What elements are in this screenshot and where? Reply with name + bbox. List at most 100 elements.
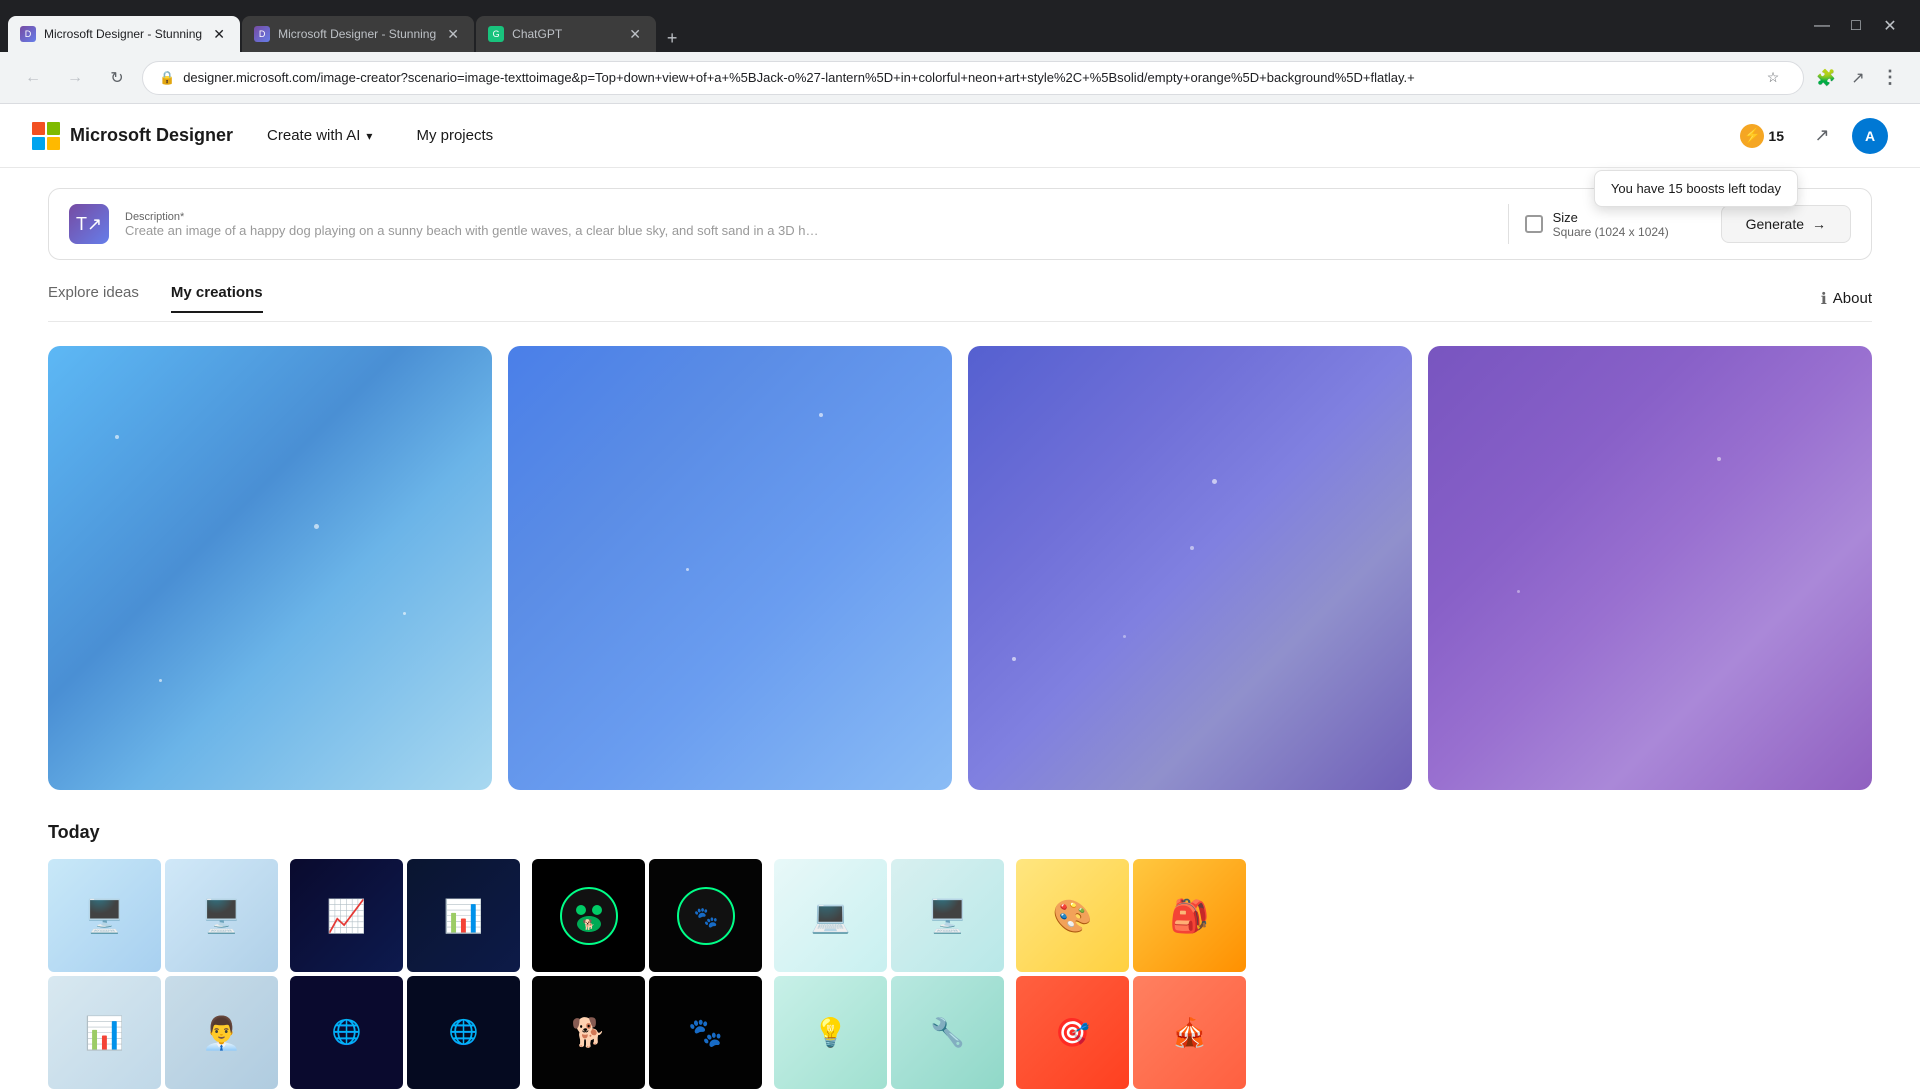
main-content: T↗ Description* Create an image of a hap… bbox=[0, 188, 1920, 1089]
back-icon: ← bbox=[25, 69, 41, 87]
sparkle bbox=[686, 568, 689, 571]
svg-text:🐕: 🐕 bbox=[582, 918, 594, 931]
creation-group-1: 🖥️ 🖥️ 📊 👨‍💼 bbox=[48, 859, 278, 1089]
creation-thumb-4-2[interactable]: 🖥️ bbox=[891, 859, 1004, 972]
sparkle bbox=[1012, 657, 1016, 661]
creation-thumb-3-1[interactable]: 🐕 bbox=[532, 859, 645, 972]
boost-count: 15 bbox=[1768, 128, 1784, 144]
tab-my-creations[interactable]: My creations bbox=[171, 284, 263, 313]
address-bar[interactable]: 🔒 designer.microsoft.com/image-creator?s… bbox=[142, 61, 1804, 95]
about-button[interactable]: ℹ About bbox=[1821, 289, 1872, 309]
loading-card-1[interactable] bbox=[48, 346, 492, 790]
size-area: Size Square (1024 x 1024) bbox=[1525, 210, 1705, 239]
toolbar-icons: 🧩 ↗ ⋮ bbox=[1812, 64, 1904, 92]
sparkle bbox=[819, 413, 823, 417]
sparkle bbox=[1123, 635, 1126, 638]
creation-thumb-3-4[interactable]: 🐾 bbox=[649, 976, 762, 1089]
share-header-icon: ↗ bbox=[1814, 125, 1829, 146]
share-icon[interactable]: ↗ bbox=[1844, 64, 1872, 92]
create-with-ai-button[interactable]: Create with AI ▾ bbox=[257, 121, 382, 150]
my-projects-link[interactable]: My projects bbox=[406, 121, 503, 150]
ms-logo-icon bbox=[32, 122, 60, 150]
creation-thumb-5-2[interactable]: 🎒 bbox=[1133, 859, 1246, 972]
logo-text: Microsoft Designer bbox=[70, 125, 233, 146]
browser-chrome: D Microsoft Designer - Stunning ✕ D Micr… bbox=[0, 0, 1920, 52]
creation-thumb-5-1[interactable]: 🎨 bbox=[1016, 859, 1129, 972]
share-header-button[interactable]: ↗ bbox=[1804, 118, 1840, 154]
creation-thumb-3-3[interactable]: 🐕 bbox=[532, 976, 645, 1089]
tab-1-close[interactable]: ✕ bbox=[210, 25, 228, 43]
svg-text:🐾: 🐾 bbox=[693, 907, 718, 929]
creation-group-5: 🎨 🎒 🎯 🎪 bbox=[1016, 859, 1246, 1089]
back-button[interactable]: ← bbox=[16, 61, 50, 95]
loading-card-4[interactable] bbox=[1428, 346, 1872, 790]
extensions-icon[interactable]: 🧩 bbox=[1812, 64, 1840, 92]
tab-2-favicon: D bbox=[254, 26, 270, 42]
app-container: Microsoft Designer Create with AI ▾ My p… bbox=[0, 104, 1920, 1089]
tab-3-close[interactable]: ✕ bbox=[626, 25, 644, 43]
loading-card-3[interactable] bbox=[968, 346, 1412, 790]
boost-icon: ⚡ bbox=[1740, 124, 1764, 148]
minimize-button[interactable]: — bbox=[1808, 12, 1836, 40]
size-value: Square (1024 x 1024) bbox=[1553, 225, 1669, 239]
address-url: designer.microsoft.com/image-creator?sce… bbox=[183, 70, 1759, 85]
creation-thumb-1-4[interactable]: 👨‍💼 bbox=[165, 976, 278, 1089]
creation-thumb-1-1[interactable]: 🖥️ bbox=[48, 859, 161, 972]
address-icons: ☆ bbox=[1759, 64, 1787, 92]
creation-thumb-4-3[interactable]: 💡 bbox=[774, 976, 887, 1089]
loading-cards bbox=[48, 346, 1872, 790]
loading-card-2[interactable] bbox=[508, 346, 952, 790]
creation-thumb-4-1[interactable]: 💻 bbox=[774, 859, 887, 972]
sparkle bbox=[115, 435, 119, 439]
forward-button[interactable]: → bbox=[58, 61, 92, 95]
prompt-label: Description* bbox=[125, 211, 1492, 223]
forward-icon: → bbox=[67, 69, 83, 87]
generate-label: Generate bbox=[1746, 216, 1804, 232]
bookmark-star-icon[interactable]: ☆ bbox=[1759, 64, 1787, 92]
prompt-divider bbox=[1508, 204, 1509, 244]
sparkle bbox=[1190, 546, 1194, 550]
browser-tabs: D Microsoft Designer - Stunning ✕ D Micr… bbox=[8, 0, 1804, 52]
app-header: Microsoft Designer Create with AI ▾ My p… bbox=[0, 104, 1920, 168]
creation-group-4: 💻 🖥️ 💡 🔧 bbox=[774, 859, 1004, 1089]
creation-thumb-5-4[interactable]: 🎪 bbox=[1133, 976, 1246, 1089]
creation-thumb-4-4[interactable]: 🔧 bbox=[891, 976, 1004, 1089]
new-tab-button[interactable]: + bbox=[658, 24, 686, 52]
refresh-button[interactable]: ↻ bbox=[100, 61, 134, 95]
creation-thumb-1-2[interactable]: 🖥️ bbox=[165, 859, 278, 972]
header-right: ⚡ 15 ↗ A You have 15 boosts left today bbox=[1732, 118, 1888, 154]
close-browser-button[interactable]: ✕ bbox=[1876, 12, 1904, 40]
creation-thumb-5-3[interactable]: 🎯 bbox=[1016, 976, 1129, 1089]
sparkle bbox=[1212, 479, 1217, 484]
creation-thumb-2-1[interactable]: 📈 bbox=[290, 859, 403, 972]
tab-1-title: Microsoft Designer - Stunning bbox=[44, 27, 202, 41]
creation-thumb-3-2[interactable]: 🐾 bbox=[649, 859, 762, 972]
tab-2-close[interactable]: ✕ bbox=[444, 25, 462, 43]
address-bar-row: ← → ↻ 🔒 designer.microsoft.com/image-cre… bbox=[0, 52, 1920, 104]
sparkle bbox=[159, 679, 162, 682]
tab-3-favicon: G bbox=[488, 26, 504, 42]
create-ai-label: Create with AI bbox=[267, 127, 360, 144]
boost-tooltip: You have 15 boosts left today bbox=[1594, 170, 1798, 207]
about-label: About bbox=[1833, 290, 1872, 307]
maximize-button[interactable]: □ bbox=[1842, 12, 1870, 40]
creation-group-3: 🐕 🐾 🐕 🐾 bbox=[532, 859, 762, 1089]
lock-icon: 🔒 bbox=[159, 70, 175, 86]
prompt-icon-symbol: T↗ bbox=[76, 214, 102, 235]
creation-thumb-2-3[interactable]: 🌐 bbox=[290, 976, 403, 1089]
creation-thumb-2-2[interactable]: 📊 bbox=[407, 859, 520, 972]
sparkle bbox=[403, 612, 406, 615]
boost-button[interactable]: ⚡ 15 bbox=[1732, 118, 1792, 154]
tab-explore-ideas[interactable]: Explore ideas bbox=[48, 284, 139, 313]
prompt-input-area[interactable]: Description* Create an image of a happy … bbox=[125, 211, 1492, 238]
tab-3[interactable]: G ChatGPT ✕ bbox=[476, 16, 656, 52]
creation-thumb-1-3[interactable]: 📊 bbox=[48, 976, 161, 1089]
size-checkbox[interactable] bbox=[1525, 215, 1543, 233]
sparkle bbox=[1717, 457, 1721, 461]
more-options-icon[interactable]: ⋮ bbox=[1876, 64, 1904, 92]
tab-2[interactable]: D Microsoft Designer - Stunning ✕ bbox=[242, 16, 474, 52]
creation-thumb-2-4[interactable]: 🌐 bbox=[407, 976, 520, 1089]
tab-1[interactable]: D Microsoft Designer - Stunning ✕ bbox=[8, 16, 240, 52]
generate-button[interactable]: Generate → bbox=[1721, 205, 1851, 243]
avatar-button[interactable]: A bbox=[1852, 118, 1888, 154]
